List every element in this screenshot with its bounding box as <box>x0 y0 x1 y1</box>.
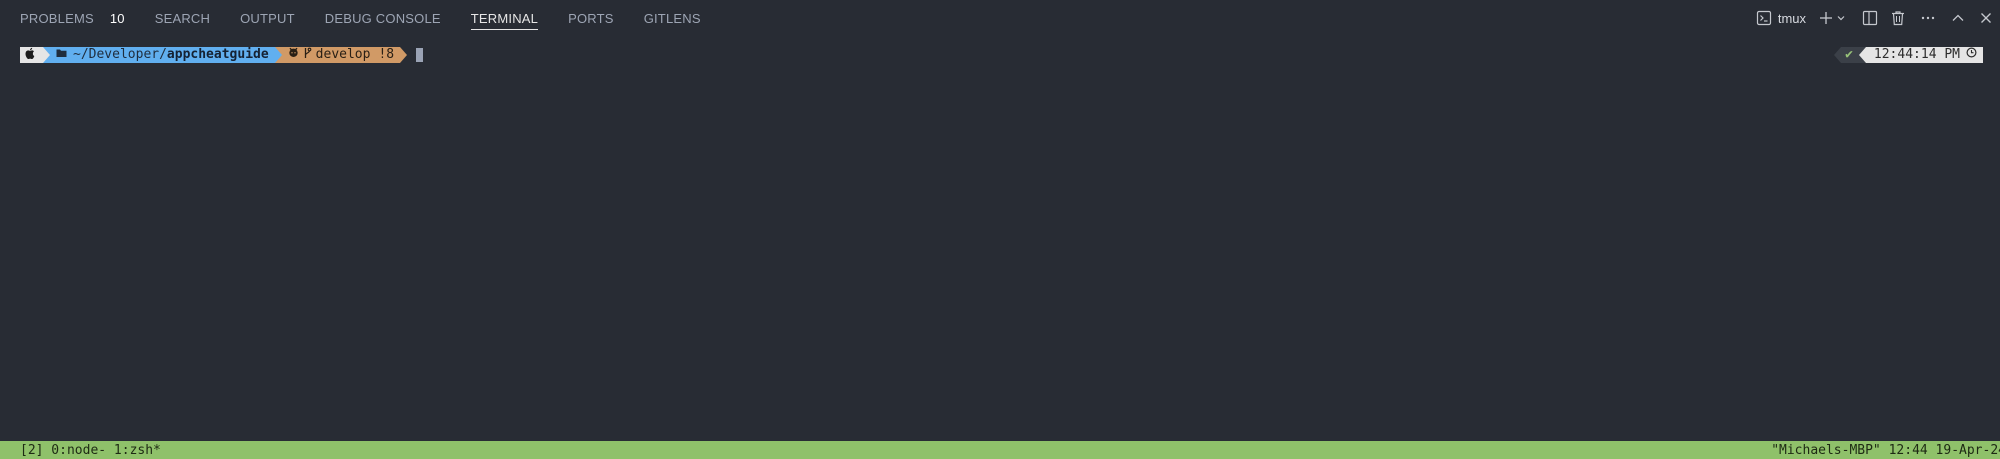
right-prompt-separator <box>1834 47 1842 63</box>
tab-gitlens[interactable]: GITLENS <box>644 0 701 36</box>
tab-search[interactable]: SEARCH <box>155 0 210 36</box>
tab-debug-console-label: DEBUG CONSOLE <box>324 10 441 26</box>
tab-problems[interactable]: PROBLEMS 10 <box>20 0 125 36</box>
close-icon <box>1978 10 1994 26</box>
tab-output-label: OUTPUT <box>240 10 295 26</box>
split-terminal-button[interactable] <box>1862 5 1878 31</box>
prompt-path-segment: ~/Developer/appcheatguide <box>50 47 275 63</box>
split-icon <box>1862 10 1878 26</box>
terminal-area[interactable]: ~/Developer/appcheatguide develop !8 ✔ 1… <box>0 36 2000 441</box>
tab-gitlens-label: GITLENS <box>643 10 701 26</box>
exit-status-segment: ✔ <box>1841 47 1859 63</box>
prompt-git-segment: develop !8 <box>281 47 401 64</box>
tab-output[interactable]: OUTPUT <box>240 0 295 36</box>
clock-icon <box>1966 47 1977 63</box>
prompt-separator <box>274 47 282 63</box>
more-icon <box>1920 10 1936 26</box>
maximize-panel-button[interactable] <box>1950 5 1966 31</box>
terminal-selector[interactable]: tmux <box>1756 5 1806 31</box>
tab-terminal[interactable]: TERMINAL <box>470 0 539 36</box>
panel-tab-bar: PROBLEMS 10 SEARCH OUTPUT DEBUG CONSOLE … <box>0 0 2000 36</box>
terminal-icon <box>1756 10 1772 26</box>
panel-tabs: PROBLEMS 10 SEARCH OUTPUT DEBUG CONSOLE … <box>0 0 731 36</box>
prompt-path-dir: appcheatguide <box>166 47 269 62</box>
tab-ports-label: PORTS <box>568 10 614 26</box>
problems-count-badge: 10 <box>109 10 125 26</box>
prompt-git-status: !8 <box>378 47 395 62</box>
right-prompt-separator <box>1858 47 1866 63</box>
check-icon: ✔ <box>1845 47 1853 62</box>
time-segment: 12:44:14 PM <box>1865 47 1983 63</box>
kill-terminal-button[interactable] <box>1890 5 1906 31</box>
launch-profile-button[interactable] <box>1836 5 1846 31</box>
branch-icon <box>303 47 312 64</box>
tab-terminal-label: TERMINAL <box>470 10 539 26</box>
plus-icon <box>1818 10 1834 26</box>
shell-prompt: ~/Developer/appcheatguide develop !8 <box>20 47 424 64</box>
tmux-host-time: "Michaels-MBP" 12:44 19-Apr-24 <box>1771 442 2000 458</box>
tab-debug-console[interactable]: DEBUG CONSOLE <box>325 0 441 36</box>
terminal-name: tmux <box>1777 10 1806 26</box>
tmux-status-bar: [2] 0:node- 1:zsh* "Michaels-MBP" 12:44 … <box>0 441 2000 459</box>
github-icon <box>288 47 299 63</box>
panel-actions: tmux <box>1756 0 1994 36</box>
tab-search-label: SEARCH <box>154 10 211 26</box>
chevron-down-icon <box>1836 13 1846 23</box>
right-prompt: ✔ 12:44:14 PM <box>1834 47 1983 63</box>
tab-problems-label: PROBLEMS <box>20 10 94 26</box>
prompt-separator <box>43 47 50 63</box>
prompt-path-prefix: ~/Developer/ <box>73 47 167 62</box>
apple-icon <box>25 47 35 64</box>
chevron-up-icon <box>1950 10 1966 26</box>
tab-ports[interactable]: PORTS <box>568 0 614 36</box>
prompt-branch: develop <box>315 47 371 62</box>
more-actions-button[interactable] <box>1920 5 1936 31</box>
prompt-separator <box>400 47 408 63</box>
trash-icon <box>1890 10 1906 26</box>
prompt-os-segment <box>20 47 43 63</box>
folder-icon <box>56 47 67 63</box>
tmux-windows[interactable]: [2] 0:node- 1:zsh* <box>20 443 161 458</box>
new-terminal-button[interactable] <box>1818 5 1834 31</box>
terminal-cursor <box>416 48 424 62</box>
prompt-time: 12:44:14 PM <box>1873 47 1960 62</box>
close-panel-button[interactable] <box>1978 5 1994 31</box>
